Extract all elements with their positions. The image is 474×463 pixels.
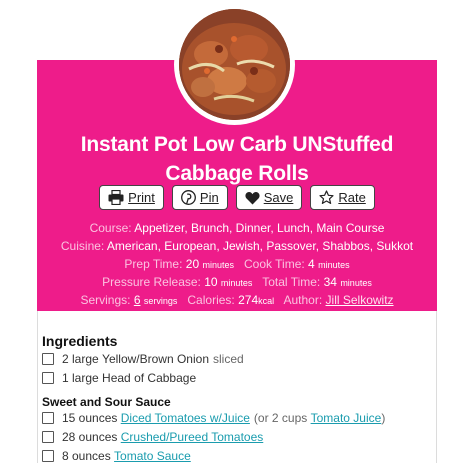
calories-label: Calories: <box>187 293 235 307</box>
course-label: Course: <box>89 221 132 235</box>
ingredient-item: 15 ounces Diced Tomatoes w/Juice (or 2 c… <box>42 408 432 427</box>
rate-button[interactable]: Rate <box>310 185 375 210</box>
ingredient-item: 2 large Yellow/Brown Onion sliced <box>42 349 432 368</box>
star-icon <box>319 190 334 204</box>
total-time-label: Total Time: <box>262 275 321 289</box>
ingredient-quantity: 8 ounces <box>62 448 111 463</box>
ingredient-group-heading: Sweet and Sour Sauce <box>42 395 171 409</box>
ingredient-quantity: 1 large <box>62 370 99 385</box>
recipe-servings-row: Servings: 6 servings Calories: 274kcal A… <box>37 291 437 310</box>
ingredient-item: 1 large Head of Cabbage <box>42 368 432 387</box>
cook-time-label: Cook Time: <box>244 257 305 271</box>
pressure-release-value: 10 <box>204 275 218 289</box>
author-label: Author: <box>283 293 323 307</box>
print-button[interactable]: Print <box>99 185 164 210</box>
recipe-title: Instant Pot Low Carb UNStuffed Cabbage R… <box>37 130 437 188</box>
recipe-title-line-1: Instant Pot Low Carb UNStuffed <box>80 133 394 156</box>
calories-value: 274 <box>238 293 259 307</box>
ingredient-quantity: 28 ounces <box>62 429 118 444</box>
save-button[interactable]: Save <box>235 185 303 210</box>
ingredients-list-sauce: 15 ounces Diced Tomatoes w/Juice (or 2 c… <box>42 408 432 463</box>
ingredients-heading: Ingredients <box>42 333 118 349</box>
ingredient-name: Head of Cabbage <box>102 370 197 385</box>
recipe-photo-frame <box>174 4 295 125</box>
cook-time-value: 4 <box>308 257 315 271</box>
ingredient-name: Yellow/Brown Onion <box>102 351 209 366</box>
ingredient-link[interactable]: Tomato Sauce <box>114 449 191 463</box>
cuisine-label: Cuisine: <box>60 239 105 253</box>
ingredient-checkbox[interactable] <box>42 371 54 384</box>
recipe-title-line-2: Cabbage Rolls <box>165 162 309 185</box>
ingredient-note-suffix: ) <box>381 410 386 425</box>
course-value: Appetizer, Brunch, Dinner, Lunch, Main C… <box>134 221 385 235</box>
rate-button-label: Rate <box>338 190 366 205</box>
ingredient-quantity: 15 ounces <box>62 410 118 425</box>
ingredient-checkbox[interactable] <box>42 449 54 462</box>
total-time-unit: minutes <box>340 278 372 288</box>
ingredient-link[interactable]: Crushed/Pureed Tomatoes <box>121 430 264 444</box>
recipe-photo <box>179 9 290 120</box>
prep-time-unit: minutes <box>202 260 234 270</box>
cabbage-rolls-image <box>179 9 290 120</box>
cook-time-unit: minutes <box>318 260 350 270</box>
calories-unit: kcal <box>258 296 275 306</box>
ingredient-note: sliced <box>213 351 244 366</box>
servings-adjuster-link[interactable]: 6 <box>134 293 141 307</box>
prep-time-value: 20 <box>185 257 200 271</box>
ingredient-checkbox[interactable] <box>42 411 54 424</box>
total-time-value: 34 <box>323 275 337 289</box>
pressure-release-unit: minutes <box>220 278 253 288</box>
prep-time-label: Prep Time: <box>124 257 183 271</box>
recipe-times-row-1: Prep Time: 20 minutes Cook Time: 4 minut… <box>37 255 437 274</box>
ingredient-item: 8 ounces Tomato Sauce <box>42 446 432 463</box>
pressure-release-label: Pressure Release: <box>102 275 201 289</box>
pin-button-label: Pin <box>199 190 219 205</box>
ingredient-note-link[interactable]: Tomato Juice <box>311 411 382 425</box>
cuisine-value: American, European, Jewish, Passover, Sh… <box>106 239 414 253</box>
recipe-course: Course: Appetizer, Brunch, Dinner, Lunch… <box>37 219 437 237</box>
ingredient-checkbox[interactable] <box>42 352 54 365</box>
servings-unit: servings <box>143 296 178 306</box>
printer-icon <box>108 190 124 205</box>
recipe-action-buttons: Print Pin Save Rate <box>0 185 474 210</box>
pinterest-icon <box>180 190 196 205</box>
save-button-label: Save <box>263 190 294 205</box>
heart-icon <box>245 191 260 204</box>
ingredient-link[interactable]: Diced Tomatoes w/Juice <box>121 411 250 425</box>
ingredient-item: 28 ounces Crushed/Pureed Tomatoes <box>42 427 432 446</box>
ingredients-list: 2 large Yellow/Brown Onion sliced 1 larg… <box>42 349 432 387</box>
print-button-label: Print <box>128 190 155 205</box>
recipe-times-row-2: Pressure Release: 10 minutes Total Time:… <box>37 273 437 292</box>
ingredient-note-prefix: (or 2 cups <box>253 410 308 425</box>
ingredient-quantity: 2 large <box>62 351 99 366</box>
recipe-cuisine: Cuisine: American, European, Jewish, Pas… <box>37 237 437 255</box>
ingredient-checkbox[interactable] <box>42 430 54 443</box>
servings-label: Servings: <box>80 293 131 307</box>
author-link[interactable]: Jill Selkowitz <box>326 293 394 307</box>
pin-button[interactable]: Pin <box>171 185 228 210</box>
